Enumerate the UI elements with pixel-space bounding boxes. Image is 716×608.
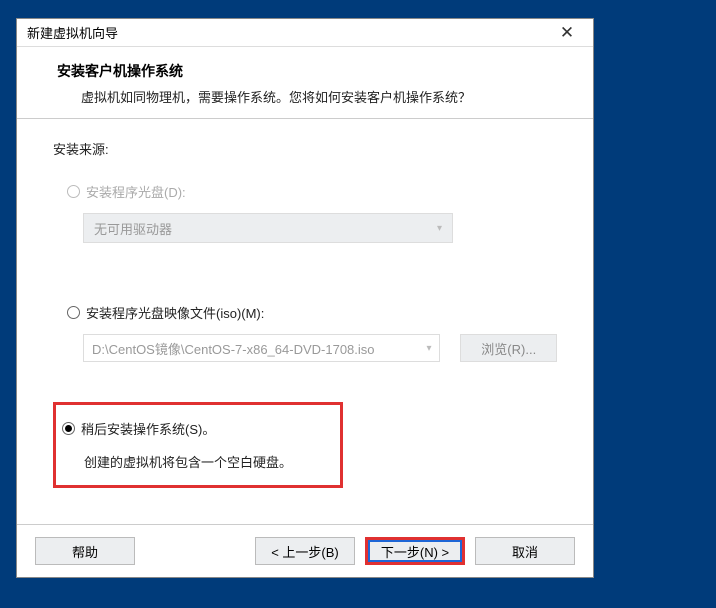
option-disc-label: 安装程序光盘(D): (86, 182, 186, 201)
radio-disc (67, 185, 80, 198)
iso-path-value: D:\CentOS镜像\CentOS-7-x86_64-DVD-1708.iso (92, 339, 375, 358)
option-later-label: 稍后安装操作系统(S)。 (81, 419, 215, 438)
next-button[interactable]: 下一步(N) > (365, 537, 465, 565)
body: 安装来源: 安装程序光盘(D): 无可用驱动器 ▾ 安装程序光盘映像文件(iso… (17, 119, 593, 524)
browse-button: 浏览(R)... (460, 334, 557, 362)
window-title: 新建虚拟机向导 (27, 23, 547, 42)
option-iso-label: 安装程序光盘映像文件(iso)(M): (86, 303, 264, 322)
page-subtext: 虚拟机如同物理机，需要操作系统。您将如何安装客户机操作系统？ (57, 87, 563, 106)
chevron-down-icon: ▾ (437, 223, 442, 234)
disc-drive-value: 无可用驱动器 (94, 219, 172, 238)
disc-drive-dropdown: 无可用驱动器 ▾ (83, 213, 453, 243)
radio-later[interactable] (62, 422, 75, 435)
help-button[interactable]: 帮助 (35, 537, 135, 565)
chevron-down-icon: ▾ (426, 343, 431, 354)
option-iso[interactable]: 安装程序光盘映像文件(iso)(M): (67, 303, 557, 322)
header: 安装客户机操作系统 虚拟机如同物理机，需要操作系统。您将如何安装客户机操作系统？ (17, 47, 593, 118)
new-vm-wizard-dialog: 新建虚拟机向导 ✕ 安装客户机操作系统 虚拟机如同物理机，需要操作系统。您将如何… (16, 18, 594, 578)
page-heading: 安装客户机操作系统 (57, 61, 563, 81)
highlight-box: 稍后安装操作系统(S)。 创建的虚拟机将包含一个空白硬盘。 (53, 402, 343, 488)
option-later-desc: 创建的虚拟机将包含一个空白硬盘。 (62, 452, 326, 471)
radio-iso[interactable] (67, 306, 80, 319)
option-later[interactable]: 稍后安装操作系统(S)。 (62, 419, 326, 438)
titlebar: 新建虚拟机向导 ✕ (17, 19, 593, 47)
iso-row: D:\CentOS镜像\CentOS-7-x86_64-DVD-1708.iso… (83, 334, 557, 362)
cancel-button[interactable]: 取消 (475, 537, 575, 565)
option-disc: 安装程序光盘(D): (67, 182, 557, 201)
install-source-label: 安装来源: (53, 139, 557, 158)
back-button[interactable]: < 上一步(B) (255, 537, 355, 565)
footer: 帮助 < 上一步(B) 下一步(N) > 取消 (17, 524, 593, 577)
close-icon[interactable]: ✕ (547, 24, 587, 41)
iso-path-field: D:\CentOS镜像\CentOS-7-x86_64-DVD-1708.iso… (83, 334, 440, 362)
